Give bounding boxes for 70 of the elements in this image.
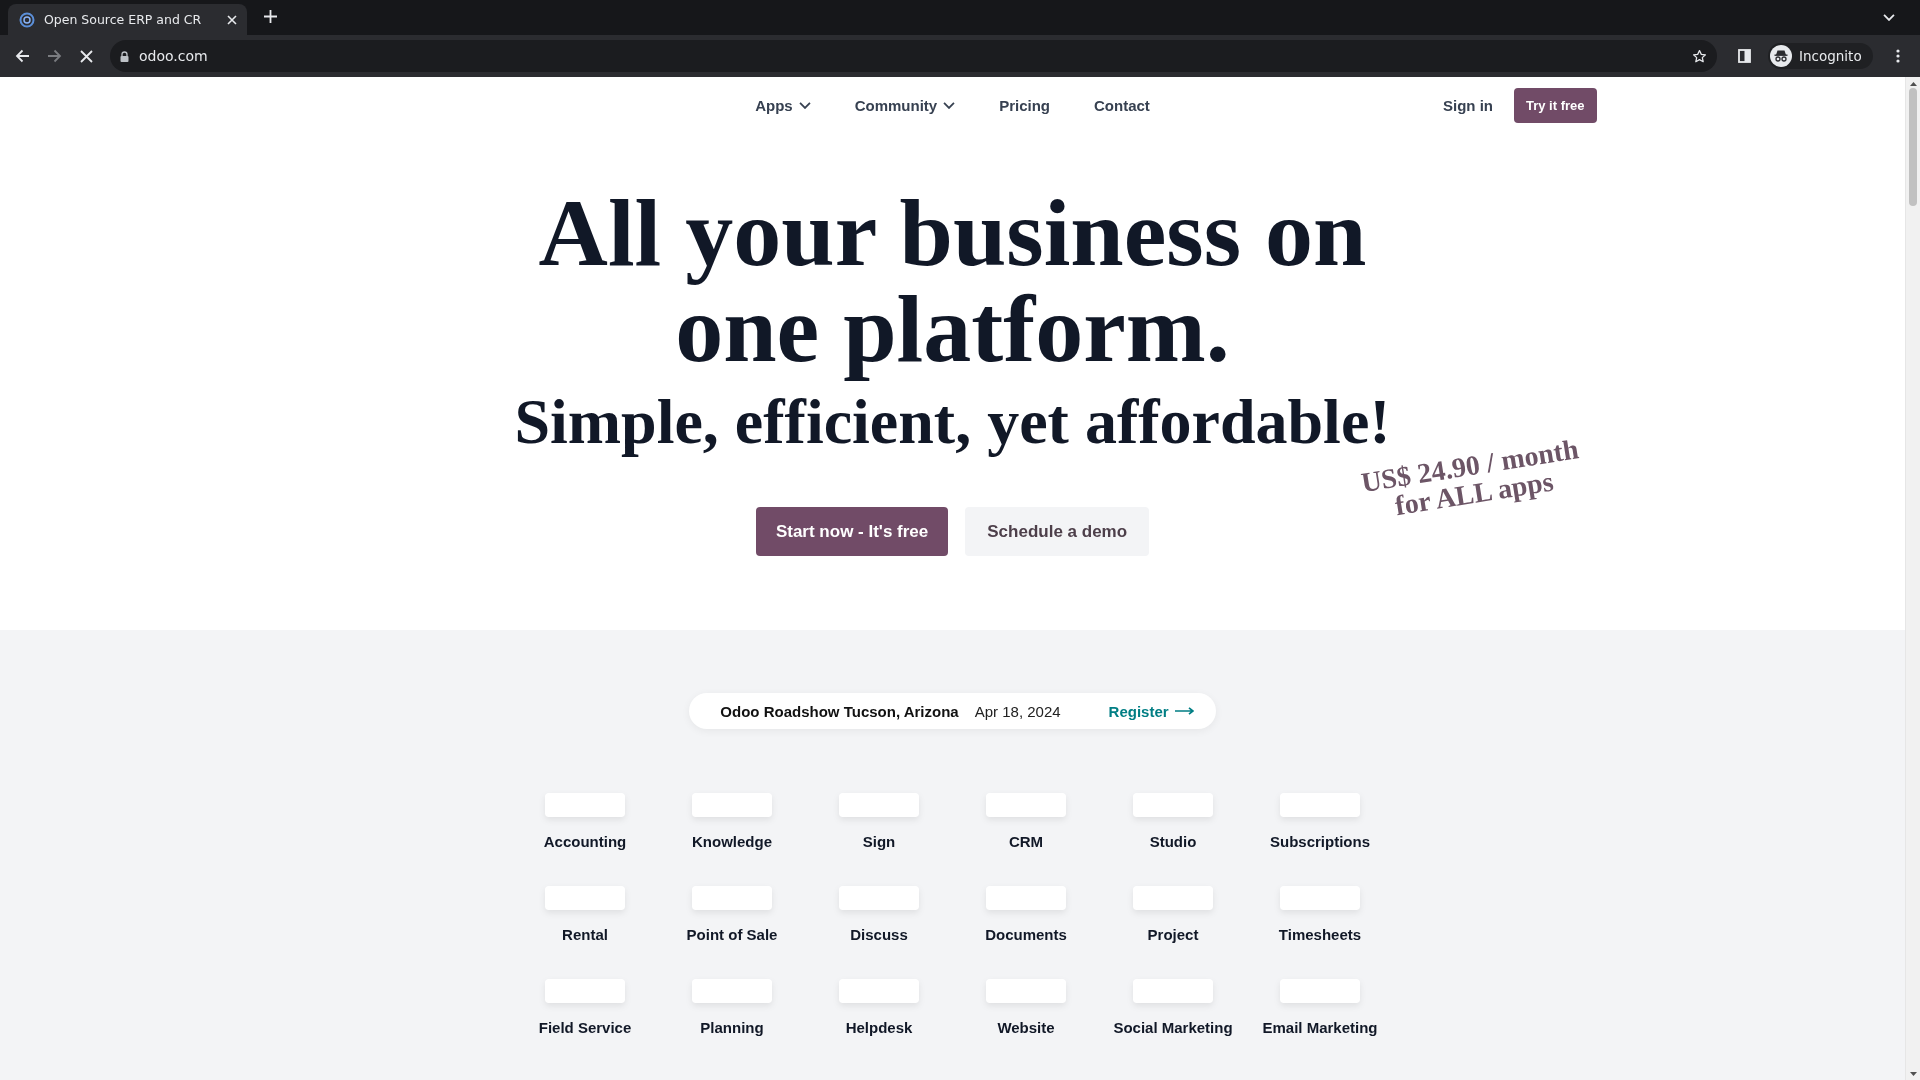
nav-link[interactable]: Apps [755, 97, 811, 114]
app-link[interactable]: Sign [839, 793, 919, 851]
blank-tile-icon [1133, 886, 1213, 910]
triangle-down-icon [1909, 1072, 1917, 1076]
app-link[interactable]: Website [986, 979, 1066, 1037]
address-bar[interactable]: odoo.com [110, 40, 1717, 72]
kebab-menu-icon [1896, 49, 1900, 63]
blank-tile-icon [839, 793, 919, 817]
blank-tile-icon [986, 886, 1066, 910]
ring-logo-icon [19, 11, 35, 28]
app-link[interactable]: Field Service [538, 979, 632, 1037]
lock-icon [120, 50, 129, 62]
blank-tile-icon [839, 979, 919, 1003]
app-link[interactable]: Point of Sale [686, 886, 778, 944]
chevron-down-icon [1883, 13, 1895, 22]
app-link[interactable]: Knowledge [692, 793, 772, 851]
app-link[interactable]: Discuss [839, 886, 919, 944]
app-link[interactable]: Email Marketing [1262, 979, 1378, 1037]
blank-tile-icon [839, 886, 919, 910]
star-icon [1691, 48, 1707, 64]
app-link[interactable]: Documents [985, 886, 1067, 944]
close-icon [79, 49, 93, 63]
blank-tile-icon [1280, 886, 1360, 910]
blank-tile-icon [1133, 979, 1213, 1003]
nav-link[interactable]: Pricing [999, 97, 1050, 114]
app-link[interactable]: Accounting [543, 793, 627, 851]
nav-link[interactable]: Contact [1094, 97, 1150, 114]
hat-glasses-icon [1770, 45, 1792, 67]
triangle-up-icon [1909, 82, 1917, 86]
blank-tile-icon [692, 886, 772, 910]
blank-tile-icon [986, 793, 1066, 817]
try-free-button[interactable]: Try it free [1513, 88, 1597, 123]
panel-icon [1737, 49, 1751, 63]
scrollbar[interactable] [1905, 77, 1920, 1080]
blank-tile-icon [1280, 979, 1360, 1003]
blank-tile-icon [545, 979, 625, 1003]
app-link[interactable]: Subscriptions [1270, 793, 1370, 851]
app-link[interactable]: Project [1133, 886, 1213, 944]
blank-tile-icon [692, 979, 772, 1003]
nav-link[interactable]: Community [854, 97, 956, 114]
app-link[interactable]: Planning [692, 979, 772, 1037]
arrow-right-icon [46, 49, 62, 63]
event-name: Odoo Roadshow Tucson, Arizona [720, 702, 959, 720]
arrow-left-icon [14, 49, 30, 63]
chevron-down-icon [943, 101, 956, 110]
app-link[interactable]: Timesheets [1278, 886, 1362, 944]
app-link[interactable]: Studio [1133, 793, 1213, 851]
blank-tile-icon [1280, 793, 1360, 817]
plus-icon [263, 10, 277, 23]
chevron-down-icon [798, 101, 811, 110]
blank-tile-icon [545, 886, 625, 910]
scrollbar-thumb[interactable] [1909, 88, 1917, 206]
blank-tile-icon [986, 979, 1066, 1003]
start-now-button[interactable]: Start now - It's free [755, 507, 949, 556]
close-icon [227, 14, 237, 25]
blank-tile-icon [1133, 793, 1213, 817]
schedule-demo-button[interactable]: Schedule a demo [965, 507, 1150, 556]
register-link[interactable]: Register [1108, 702, 1194, 720]
profile-button[interactable]: Incognito [1768, 43, 1873, 69]
url-text: odoo.com [139, 48, 209, 64]
app-link[interactable]: Social Marketing [1113, 979, 1233, 1037]
event-date: Apr 18, 2024 [974, 702, 1061, 720]
app-link[interactable]: Helpdesk [839, 979, 919, 1037]
browser-tab[interactable]: Open Source ERP and CR [8, 4, 247, 35]
blank-tile-icon [545, 793, 625, 817]
sign-in-link[interactable]: Sign in [1442, 97, 1493, 114]
arrow-right-icon [1174, 707, 1194, 715]
app-link[interactable]: Rental [545, 886, 625, 944]
blank-tile-icon [692, 793, 772, 817]
app-link[interactable]: CRM [986, 793, 1066, 851]
